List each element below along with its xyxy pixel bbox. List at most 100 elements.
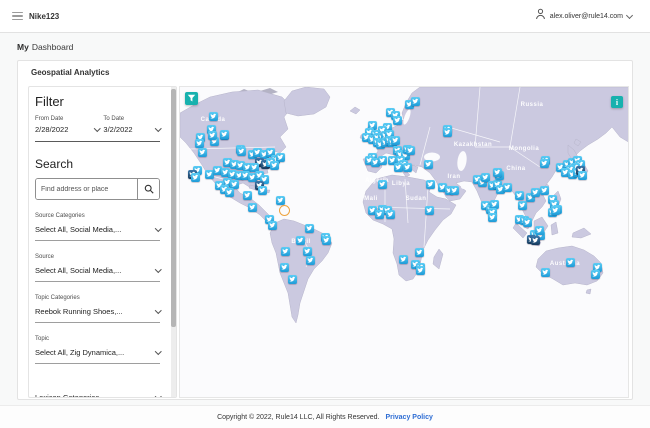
tweet-marker[interactable]	[480, 172, 490, 182]
tweet-marker[interactable]	[517, 200, 527, 210]
search-heading: Search	[35, 157, 74, 171]
group-select[interactable]: Lexicon Categories	[35, 390, 161, 397]
tweet-marker[interactable]	[502, 182, 512, 192]
tweet-marker[interactable]	[257, 185, 267, 195]
tweet-marker[interactable]	[487, 212, 497, 222]
tweet-marker[interactable]	[377, 179, 387, 189]
tweet-marker[interactable]	[390, 135, 400, 145]
tweet-marker[interactable]	[242, 190, 252, 200]
group-select[interactable]: Select All, Zig Dynamica,...	[35, 345, 161, 364]
filter-group: Lexicon Categories	[35, 390, 161, 397]
tweet-marker[interactable]	[530, 235, 540, 245]
chevron-down-icon	[154, 348, 161, 355]
tweet-marker[interactable]	[577, 170, 587, 180]
tweet-marker[interactable]	[550, 205, 560, 215]
tweet-marker[interactable]	[534, 225, 544, 235]
tweet-marker[interactable]	[208, 111, 218, 121]
tweet-marker[interactable]	[539, 158, 549, 168]
tweet-marker[interactable]	[377, 155, 387, 165]
funnel-icon	[187, 94, 196, 102]
tweet-marker[interactable]	[295, 235, 305, 245]
tweet-marker[interactable]	[405, 145, 415, 155]
tweet-marker[interactable]	[269, 160, 279, 170]
map-canvas[interactable]: CanadaRussiaKazakhstanMongoliaChinaIranA…	[179, 86, 629, 398]
tweet-marker[interactable]	[374, 209, 384, 219]
privacy-policy-link[interactable]: Privacy Policy	[385, 414, 432, 421]
tweet-marker[interactable]	[398, 254, 408, 264]
tweet-marker[interactable]	[415, 265, 425, 275]
search-button[interactable]	[137, 179, 159, 199]
tweet-marker[interactable]	[442, 127, 452, 137]
tweet-marker[interactable]	[423, 159, 433, 169]
app-header: Nike123 alex.oliver@rule14.com	[0, 0, 650, 33]
tweet-marker[interactable]	[267, 220, 277, 230]
menu-icon[interactable]	[12, 11, 23, 21]
tweet-marker[interactable]	[424, 205, 434, 215]
user-email: alex.oliver@rule14.com	[549, 12, 623, 20]
tweet-marker[interactable]	[279, 262, 289, 272]
breadcrumb: My Dashboard	[0, 33, 650, 60]
tweet-marker[interactable]	[393, 162, 403, 172]
tweet-marker[interactable]	[190, 172, 200, 182]
group-select[interactable]: Select All, Social Media,...	[35, 263, 161, 282]
filter-group: Source Select All, Social Media,...	[35, 254, 161, 282]
selected-marker-ring	[278, 204, 290, 216]
filter-heading: Filter	[35, 94, 64, 109]
tweet-marker[interactable]	[247, 202, 257, 212]
panel-scrollbar-track[interactable]	[171, 87, 176, 397]
from-date-select[interactable]: 2/28/2022	[35, 125, 101, 134]
tweet-marker[interactable]	[530, 187, 540, 197]
user-menu[interactable]: alex.oliver@rule14.com	[535, 7, 634, 25]
tweet-marker[interactable]	[224, 187, 234, 197]
tweet-marker[interactable]	[194, 138, 204, 148]
tweet-marker[interactable]	[522, 217, 532, 227]
breadcrumb-label: Dashboard	[31, 41, 74, 52]
tweet-marker[interactable]	[385, 209, 395, 219]
tweet-marker[interactable]	[287, 274, 297, 284]
tweet-marker[interactable]	[539, 185, 549, 195]
tweet-marker[interactable]	[402, 162, 412, 172]
search-icon	[144, 184, 154, 194]
tweet-marker[interactable]	[207, 130, 217, 140]
tweet-marker[interactable]	[590, 269, 600, 279]
map-filter-button[interactable]	[185, 92, 198, 105]
tweet-marker[interactable]	[302, 246, 312, 256]
tweet-marker[interactable]	[197, 147, 207, 157]
person-icon	[535, 7, 546, 25]
map-info-button[interactable]: i	[611, 96, 623, 108]
group-select[interactable]: Select All, Social Media,...	[35, 222, 161, 241]
tweet-marker[interactable]	[236, 146, 246, 156]
to-date-label: To Date	[103, 116, 125, 122]
copyright-text: Copyright © 2022, Rule14 LLC, All Rights…	[217, 413, 380, 421]
search-input[interactable]	[36, 179, 137, 199]
tweet-marker[interactable]	[321, 235, 331, 245]
page-footer: Copyright © 2022, Rule14 LLC, All Rights…	[0, 405, 650, 428]
tweet-marker[interactable]	[514, 190, 524, 200]
filter-group: Topic Categories Reebok Running Shoes,...	[35, 295, 161, 323]
chevron-down-icon	[93, 125, 101, 132]
chevron-down-icon	[154, 393, 161, 397]
tweet-marker[interactable]	[219, 129, 229, 139]
group-label: Source	[35, 254, 55, 260]
to-date-select[interactable]: 3/2/2022	[103, 125, 161, 134]
group-label: Source Categories	[35, 213, 85, 219]
chevron-down-icon	[154, 225, 161, 232]
tweet-marker[interactable]	[410, 96, 420, 106]
tweet-marker[interactable]	[565, 257, 575, 267]
tweet-marker[interactable]	[280, 246, 290, 256]
breadcrumb-prefix: My	[17, 41, 29, 52]
tweet-marker[interactable]	[304, 223, 314, 233]
tweet-marker[interactable]	[425, 179, 435, 189]
tweet-marker[interactable]	[305, 255, 315, 265]
panel-scrollbar-thumb[interactable]	[171, 89, 176, 327]
date-range-row: From Date 2/28/2022 To Date 3/2/2022	[35, 116, 161, 142]
group-select[interactable]: Reebok Running Shoes,...	[35, 304, 161, 323]
tweet-marker[interactable]	[449, 185, 459, 195]
tweet-marker[interactable]	[392, 115, 402, 125]
chevron-down-icon	[154, 266, 161, 273]
search-box	[35, 178, 160, 200]
tweet-marker[interactable]	[414, 247, 424, 257]
tweet-marker[interactable]	[540, 267, 550, 277]
tweet-marker[interactable]	[275, 195, 285, 205]
tweet-marker[interactable]	[492, 167, 502, 177]
